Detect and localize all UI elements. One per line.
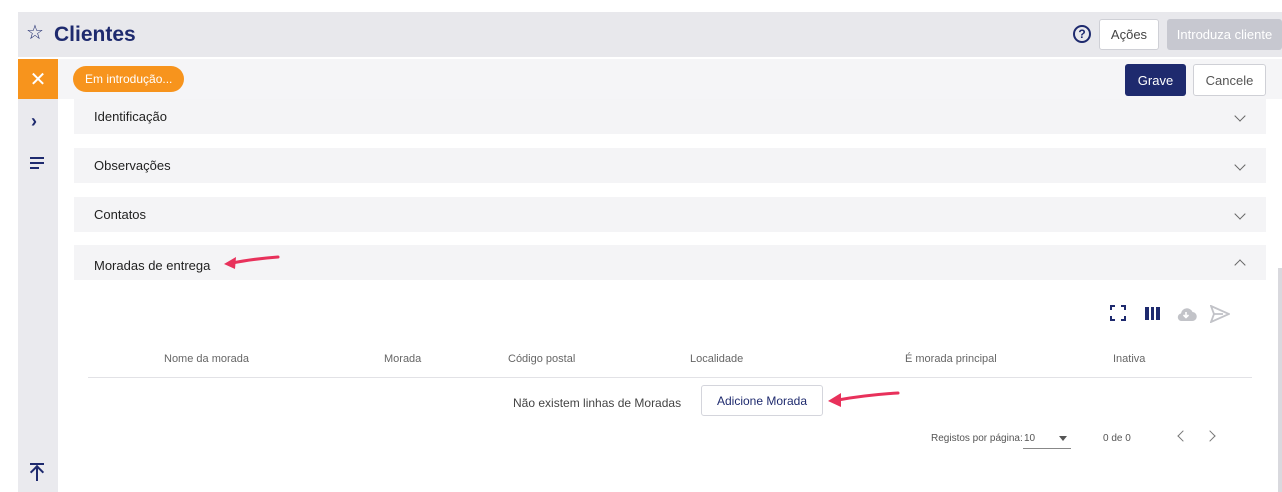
scrollbar[interactable] [1278, 268, 1282, 492]
empty-message: Não existem linhas de Moradas [513, 396, 682, 410]
send-icon[interactable] [1210, 305, 1230, 323]
cloud-download-icon[interactable] [1175, 306, 1197, 322]
section-contatos[interactable]: Contatos [74, 197, 1266, 232]
annotation-arrow-icon [828, 391, 900, 407]
sidebar: ✕ › [18, 59, 58, 492]
page-title: Clientes [54, 23, 136, 46]
rows-per-page-select[interactable]: 10 [1023, 429, 1071, 449]
chevron-down-icon[interactable] [1234, 159, 1246, 171]
add-address-button[interactable]: Adicione Morada [701, 385, 823, 416]
save-button[interactable]: Grave [1125, 64, 1186, 96]
star-icon[interactable]: ☆ [26, 21, 44, 45]
table-header: Nome da morada Morada Código postal Loca… [88, 340, 1252, 378]
section-identificacao[interactable]: Identificação [74, 99, 1266, 134]
section-label: Observações [94, 158, 171, 173]
actions-button[interactable]: Ações [1099, 19, 1159, 50]
chevron-up-icon[interactable] [1234, 259, 1246, 271]
section-observacoes[interactable]: Observações [74, 148, 1266, 183]
status-bar: Em introdução... Grave Cancele [58, 59, 1282, 99]
columns-icon[interactable] [1145, 307, 1161, 320]
status-badge: Em introdução... [73, 66, 185, 92]
section-label: Identificação [94, 109, 167, 124]
help-icon[interactable]: ? [1073, 25, 1091, 43]
column-header[interactable]: Código postal [508, 353, 575, 365]
chevron-right-icon[interactable] [1204, 430, 1216, 442]
list-icon[interactable] [30, 157, 46, 171]
chevron-down-icon[interactable] [1234, 208, 1246, 220]
column-header[interactable]: É morada principal [905, 353, 997, 365]
chevron-left-icon[interactable] [1177, 430, 1189, 442]
chevron-down-icon[interactable] [1234, 110, 1246, 122]
column-header[interactable]: Nome da morada [164, 353, 249, 365]
annotation-arrow-icon [224, 255, 280, 269]
rows-per-page-label: Registos por página: [931, 433, 1023, 444]
fullscreen-icon[interactable] [1110, 305, 1126, 321]
chevron-right-icon[interactable]: › [31, 111, 37, 132]
page: ☆ Clientes ? Ações Introduza cliente ✕ ›… [0, 0, 1282, 492]
rows-per-page-value: 10 [1024, 433, 1036, 444]
section-label: Contatos [94, 207, 147, 222]
scroll-top-icon[interactable] [29, 463, 46, 481]
column-header[interactable]: Morada [384, 353, 421, 365]
section-label: Moradas de entrega [94, 258, 211, 273]
page-count: 0 de 0 [1103, 433, 1131, 444]
close-icon[interactable]: ✕ [18, 59, 58, 99]
introduce-client-button[interactable]: Introduza cliente [1167, 19, 1282, 50]
caret-down-icon [1059, 436, 1067, 441]
column-header[interactable]: Inativa [1113, 353, 1145, 365]
app-header: ☆ Clientes ? Ações Introduza cliente [18, 12, 1282, 57]
column-header[interactable]: Localidade [690, 353, 743, 365]
cancel-button[interactable]: Cancele [1193, 64, 1266, 96]
